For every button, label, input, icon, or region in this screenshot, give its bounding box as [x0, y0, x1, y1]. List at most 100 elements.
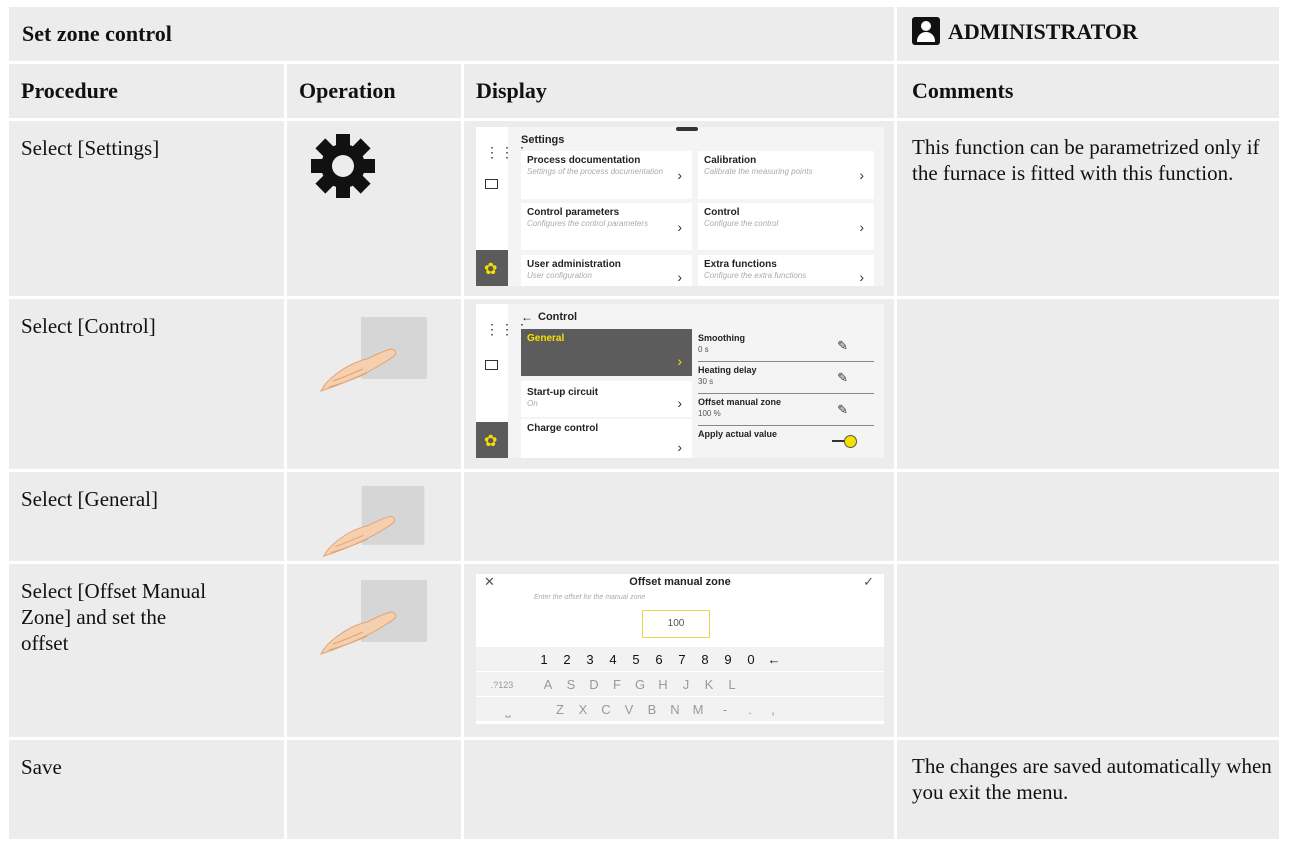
dialog-hint: Enter the offset for the manual zone — [534, 594, 646, 601]
finger-touch-icon — [320, 317, 427, 392]
toggle-knob — [844, 435, 857, 448]
settings-nav-active[interactable]: ✿ — [476, 422, 508, 458]
key[interactable]: A — [536, 677, 560, 692]
key[interactable]: 8 — [693, 652, 717, 667]
comment-cell — [897, 564, 1279, 737]
key[interactable]: 3 — [578, 652, 602, 667]
side-nav: ⋮⋮⋮ ✿ — [476, 127, 529, 286]
display-cell: ✕ Offset manual zone ✓ Enter the offset … — [464, 564, 897, 737]
tile-control-parameters[interactable]: Control parameters Configures the contro… — [521, 203, 692, 250]
chevron-right-icon: › — [677, 218, 682, 235]
operation-cell — [287, 121, 464, 296]
menu-start-up-circuit[interactable]: Start-up circuit On › — [521, 381, 692, 417]
display-cell: ⋮⋮⋮ ✿ ← Control General › Start-up circu… — [464, 299, 897, 469]
comment-cell — [897, 299, 1279, 469]
key[interactable]: S — [559, 677, 583, 692]
gear-icon — [311, 134, 375, 198]
chevron-right-icon: › — [859, 167, 864, 183]
offset-input[interactable]: 100 — [642, 610, 710, 638]
keyboard-screen: ✕ Offset manual zone ✓ Enter the offset … — [476, 574, 884, 724]
key[interactable]: N — [663, 702, 687, 717]
edit-pencil-icon[interactable]: ✎ — [837, 370, 848, 386]
column-header-comments: Comments — [897, 64, 1279, 118]
key[interactable]: C — [594, 702, 618, 717]
column-header-row: Procedure Operation Display Comments — [9, 64, 1279, 118]
key[interactable]: - — [713, 702, 737, 717]
drag-handle[interactable] — [676, 127, 698, 131]
chart-icon[interactable] — [485, 179, 498, 189]
symbols-key[interactable]: .?123 — [484, 680, 520, 690]
chevron-right-icon: › — [677, 439, 682, 455]
screen-title: Settings — [521, 134, 565, 146]
chevron-right-icon: › — [677, 353, 682, 369]
key[interactable]: H — [651, 677, 675, 692]
settings-screen: ⋮⋮⋮ ✿ Settings Process documentation Set… — [476, 127, 884, 286]
keyboard-row-letters-2: ⎵ Z X C V B N M - . , — [476, 697, 884, 721]
settings-nav-active[interactable]: ✿ — [476, 250, 508, 286]
param-offset-manual-zone[interactable]: Offset manual zone 100 % ✎ — [698, 394, 874, 426]
operation-cell — [287, 740, 464, 839]
key[interactable]: 0 — [739, 652, 763, 667]
key[interactable]: 6 — [647, 652, 671, 667]
key[interactable]: L — [720, 677, 744, 692]
column-header-procedure: Procedure — [9, 64, 287, 118]
key[interactable]: B — [640, 702, 664, 717]
chevron-right-icon: › — [677, 395, 682, 411]
key[interactable]: 7 — [670, 652, 694, 667]
key[interactable]: 9 — [716, 652, 740, 667]
space-key[interactable]: ⎵ — [496, 702, 520, 718]
backspace-key[interactable]: ← — [762, 652, 786, 667]
key[interactable]: D — [582, 677, 606, 692]
key[interactable]: X — [571, 702, 595, 717]
key[interactable]: J — [674, 677, 698, 692]
tile-extra-functions[interactable]: Extra functions Configure the extra func… — [698, 255, 874, 286]
key[interactable]: 5 — [624, 652, 648, 667]
back-arrow-icon[interactable]: ← — [521, 310, 533, 324]
keyboard-row-letters-1: .?123 A S D F G H J K L — [476, 672, 884, 696]
tile-control[interactable]: Control Configure the control › — [698, 203, 874, 250]
key[interactable]: , — [761, 702, 785, 717]
procedure-cell: Select [Offset Manual Zone] and set the … — [9, 564, 287, 737]
edit-pencil-icon[interactable]: ✎ — [837, 402, 848, 418]
key[interactable]: 2 — [555, 652, 579, 667]
apps-icon[interactable]: ⋮⋮⋮ — [485, 145, 529, 161]
table-row: Select [Settings] ⋮⋮⋮ ✿ Settings Process… — [9, 121, 1279, 296]
tile-calibration[interactable]: Calibration Calibrate the measuring poin… — [698, 151, 874, 199]
key[interactable]: M — [686, 702, 710, 717]
key[interactable]: G — [628, 677, 652, 692]
key[interactable]: F — [605, 677, 629, 692]
comment-cell: This function can be parametrized only i… — [897, 121, 1279, 296]
tile-user-administration[interactable]: User administration User configuration › — [521, 255, 692, 286]
display-cell: ⋮⋮⋮ ✿ Settings Process documentation Set… — [464, 121, 897, 296]
key[interactable]: 1 — [532, 652, 556, 667]
param-apply-actual-value[interactable]: Apply actual value — [698, 426, 874, 457]
key[interactable]: 4 — [601, 652, 625, 667]
key[interactable]: K — [697, 677, 721, 692]
tile-process-documentation[interactable]: Process documentation Settings of the pr… — [521, 151, 692, 199]
table-row: Select [Control] ⋮⋮⋮ ✿ ← Control General — [9, 299, 1279, 469]
screen-title: Control — [538, 311, 578, 323]
keyboard-row-numbers: 1 2 3 4 5 6 7 8 9 0 ← — [476, 647, 884, 671]
menu-charge-control[interactable]: Charge control › — [521, 419, 692, 458]
menu-general[interactable]: General › — [521, 329, 692, 376]
key[interactable]: Z — [548, 702, 572, 717]
apply-actual-value-toggle[interactable] — [832, 434, 858, 448]
display-cell — [464, 472, 897, 561]
chart-icon[interactable] — [485, 360, 498, 370]
operation-cell — [287, 472, 464, 561]
key[interactable]: V — [617, 702, 641, 717]
apps-icon[interactable]: ⋮⋮⋮ — [485, 322, 529, 338]
edit-pencil-icon[interactable]: ✎ — [837, 338, 848, 354]
user-icon — [912, 17, 940, 45]
param-heating-delay[interactable]: Heating delay 30 s ✎ — [698, 362, 874, 394]
key[interactable]: . — [738, 702, 762, 717]
table-row: Select [General] — [9, 472, 1279, 561]
role-text: ADMINISTRATOR — [948, 19, 1138, 44]
chevron-right-icon: › — [677, 167, 682, 183]
procedure-cell: Select [Control] — [9, 299, 287, 469]
chevron-right-icon: › — [677, 269, 682, 285]
confirm-check-icon[interactable]: ✓ — [863, 574, 874, 590]
role-cell: ADMINISTRATOR — [897, 7, 1279, 61]
param-smoothing[interactable]: Smoothing 0 s ✎ — [698, 330, 874, 362]
title-cell: Set zone control — [9, 7, 897, 61]
